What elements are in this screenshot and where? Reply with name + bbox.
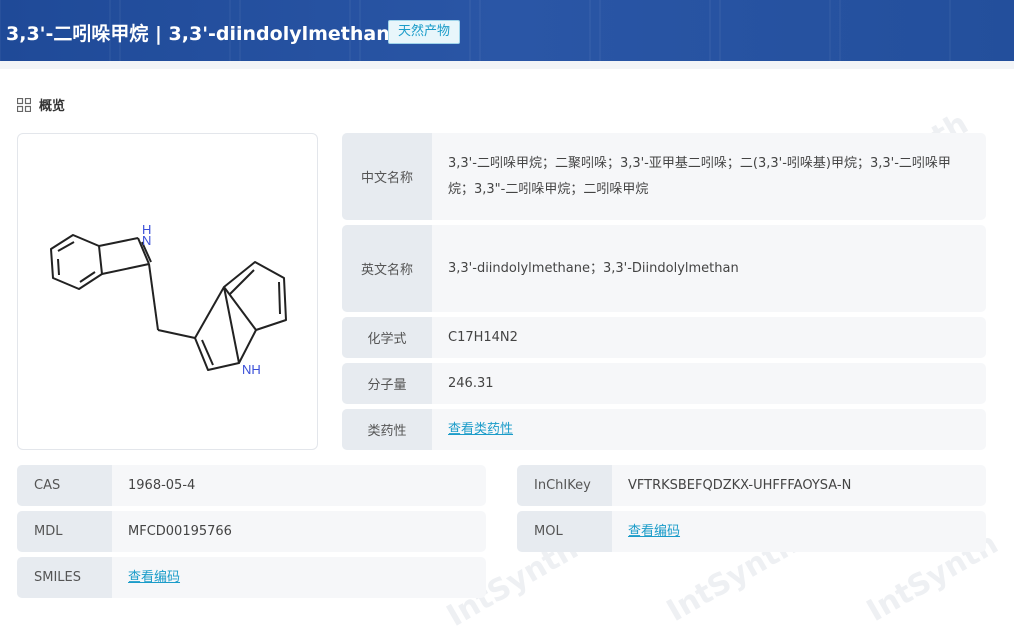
row-value: 查看编码 (612, 511, 986, 552)
row-key: InChIKey (517, 465, 612, 506)
row-chinese-name: 中文名称 3,3'-二吲哚甲烷；二聚吲哚；3,3'-亚甲基二吲哚；二(3,3'-… (342, 133, 986, 220)
header-divider (0, 61, 1014, 69)
row-inchikey: InChIKey VFTRKSBEFQDZKX-UHFFFAOYSA-N (517, 465, 986, 506)
row-value: 查看编码 (112, 557, 486, 598)
row-formula: 化学式 C17H14N2 (342, 317, 986, 358)
row-value: 查看类药性 (432, 409, 986, 450)
row-value: MFCD00195766 (128, 523, 232, 539)
row-smiles: SMILES 查看编码 (17, 557, 486, 598)
row-value: 3,3'-二吲哚甲烷；二聚吲哚；3,3'-亚甲基二吲哚；二(3,3'-吲哚基)甲… (448, 155, 951, 197)
overview-heading: 概览 (17, 95, 65, 114)
view-smiles-link[interactable]: 查看编码 (128, 565, 180, 591)
natural-product-badge: 天然产物 (388, 20, 461, 44)
view-druglikeness-link[interactable]: 查看类药性 (448, 417, 513, 443)
row-value: 1968-05-4 (128, 477, 196, 493)
row-druglikeness: 类药性 查看类药性 (342, 409, 986, 450)
grid-icon (17, 97, 31, 112)
structure-image: H N NH (17, 133, 318, 450)
row-molecular-weight: 分子量 246.31 (342, 363, 986, 404)
row-value: C17H14N2 (448, 329, 518, 345)
row-value: VFTRKSBEFQDZKX-UHFFFAOYSA-N (628, 477, 852, 493)
view-mol-link[interactable]: 查看编码 (628, 519, 680, 545)
page-title: 3,3'-二吲哚甲烷 | 3,3'-diindolylmethane (6, 23, 403, 45)
row-key: MOL (517, 511, 612, 552)
row-key: 化学式 (342, 317, 432, 358)
page-header: 3,3'-二吲哚甲烷 | 3,3'-diindolylmethane 天然产物 (0, 0, 1014, 61)
row-english-name: 英文名称 3,3'-diindolylmethane；3,3'-Diindoly… (342, 225, 986, 312)
row-key: 类药性 (342, 409, 432, 450)
row-value: 246.31 (448, 375, 494, 391)
row-key: 分子量 (342, 363, 432, 404)
row-mol: MOL 查看编码 (517, 511, 986, 552)
atom-label-n: N (142, 233, 151, 248)
row-key: CAS (17, 465, 112, 506)
row-key: 中文名称 (342, 133, 432, 220)
row-value: 3,3'-diindolylmethane；3,3'-Diindolylmeth… (448, 260, 739, 276)
row-key: MDL (17, 511, 112, 552)
overview-title: 概览 (39, 99, 66, 114)
row-key: SMILES (17, 557, 112, 598)
row-key: 英文名称 (342, 225, 432, 312)
atom-label-nh: NH (242, 362, 261, 377)
molecule-structure: H N NH (50, 222, 287, 377)
row-cas: CAS 1968-05-4 (17, 465, 486, 506)
row-mdl: MDL MFCD00195766 (17, 511, 486, 552)
